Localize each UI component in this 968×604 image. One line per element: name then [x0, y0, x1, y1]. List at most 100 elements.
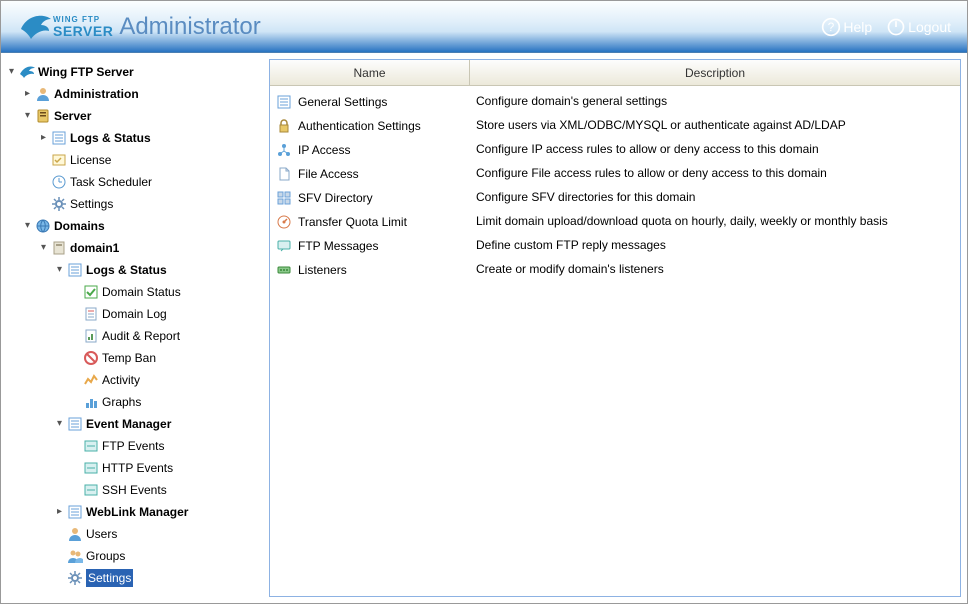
node-label: Temp Ban: [102, 349, 156, 367]
event-icon: [83, 460, 99, 476]
tree-item-domains[interactable]: ▾ Domains: [21, 215, 258, 237]
content-wrap: Name Description General Settings Config…: [263, 53, 967, 603]
node-label: Wing FTP Server: [38, 63, 134, 81]
help-label: Help: [843, 19, 872, 35]
tree-item-audit-report[interactable]: ▸ Audit & Report: [69, 325, 258, 347]
settings-list-panel: Name Description General Settings Config…: [269, 59, 961, 597]
chevron-right-icon: ▸: [55, 508, 64, 517]
tree-item-temp-ban[interactable]: ▸ Temp Ban: [69, 347, 258, 369]
row-ftp-messages[interactable]: FTP Messages Define custom FTP reply mes…: [270, 234, 960, 258]
tree-item-ftp-events[interactable]: ▸ FTP Events: [69, 435, 258, 457]
node-label: Settings: [70, 195, 113, 213]
app-logo: WING FTP SERVER: [17, 9, 113, 45]
row-sfv-directory[interactable]: SFV Directory Configure SFV directories …: [270, 186, 960, 210]
header-right: ? Help Logout: [821, 17, 951, 37]
log-icon: [83, 306, 99, 322]
row-desc: Limit domain upload/download quota on ho…: [476, 214, 954, 228]
event-icon: [83, 482, 99, 498]
node-label: Logs & Status: [70, 129, 151, 147]
row-desc: Configure File access rules to allow or …: [476, 166, 954, 180]
node-label: Server: [54, 107, 91, 125]
chart-icon: [83, 394, 99, 410]
logout-link[interactable]: Logout: [886, 17, 951, 37]
tree-item-activity[interactable]: ▸ Activity: [69, 369, 258, 391]
node-label: Domain Status: [102, 283, 181, 301]
header-bar: WING FTP SERVER Administrator ? Help Log…: [1, 1, 967, 53]
brand-text: WING FTP SERVER: [53, 16, 113, 38]
node-label: SSH Events: [102, 481, 167, 499]
header-left: WING FTP SERVER Administrator: [17, 9, 261, 45]
row-name: FTP Messages: [298, 239, 378, 253]
brand-server: SERVER: [53, 24, 113, 38]
svg-text:?: ?: [828, 21, 835, 34]
row-desc: Create or modify domain's listeners: [476, 262, 954, 276]
network-icon: [276, 142, 292, 158]
row-desc: Configure domain's general settings: [476, 94, 954, 108]
domain-icon: [51, 240, 67, 256]
column-header-description[interactable]: Description: [470, 60, 960, 85]
node-label: Audit & Report: [102, 327, 180, 345]
tree-item-weblink-manager[interactable]: ▸ WebLink Manager: [53, 501, 258, 523]
tree-item-license[interactable]: ▸ License: [37, 149, 258, 171]
tree-item-ssh-events[interactable]: ▸ SSH Events: [69, 479, 258, 501]
tree-root-wing-ftp-server[interactable]: ▾ Wing FTP Server: [5, 61, 258, 83]
row-desc: Configure SFV directories for this domai…: [476, 190, 954, 204]
power-icon: [886, 17, 906, 37]
node-label: Activity: [102, 371, 140, 389]
tree-item-groups[interactable]: ▸ Groups: [53, 545, 258, 567]
row-desc: Store users via XML/ODBC/MYSQL or authen…: [476, 118, 954, 132]
tree-item-administration[interactable]: ▸ Administration: [21, 83, 258, 105]
tree-item-graphs[interactable]: ▸ Graphs: [69, 391, 258, 413]
row-general-settings[interactable]: General Settings Configure domain's gene…: [270, 90, 960, 114]
node-label: Domains: [54, 217, 105, 235]
row-name: Listeners: [298, 263, 347, 277]
table-header: Name Description: [270, 60, 960, 86]
navigation-sidebar: ▾ Wing FTP Server ▸ Administration: [1, 53, 263, 603]
activity-icon: [83, 372, 99, 388]
row-authentication-settings[interactable]: Authentication Settings Store users via …: [270, 114, 960, 138]
tree-item-server-settings[interactable]: ▸ Settings: [37, 193, 258, 215]
tree-item-domain-settings[interactable]: ▸ Settings: [53, 567, 258, 589]
logout-label: Logout: [908, 19, 951, 35]
row-ip-access[interactable]: IP Access Configure IP access rules to a…: [270, 138, 960, 162]
tree-item-server-logs-status[interactable]: ▸ Logs & Status: [37, 127, 258, 149]
gear-icon: [67, 570, 83, 586]
tree-item-users[interactable]: ▸ Users: [53, 523, 258, 545]
tree-item-event-manager[interactable]: ▾ Event Manager: [53, 413, 258, 435]
chevron-down-icon: ▾: [55, 266, 64, 275]
clock-icon: [51, 174, 67, 190]
row-name: File Access: [298, 167, 359, 181]
quota-gauge-icon: [276, 214, 292, 230]
row-file-access[interactable]: File Access Configure File access rules …: [270, 162, 960, 186]
tree-item-domain1[interactable]: ▾ domain1: [37, 237, 258, 259]
tree-item-domain-status[interactable]: ▸ Domain Status: [69, 281, 258, 303]
row-name: Authentication Settings: [298, 119, 421, 133]
row-listeners[interactable]: Listeners Create or modify domain's list…: [270, 258, 960, 282]
row-transfer-quota-limit[interactable]: Transfer Quota Limit Limit domain upload…: [270, 210, 960, 234]
listener-icon: [276, 262, 292, 278]
list-notes-icon: [67, 262, 83, 278]
node-label: Administration: [54, 85, 139, 103]
list-notes-icon: [67, 416, 83, 432]
row-name: Transfer Quota Limit: [298, 215, 407, 229]
nav-tree: ▾ Wing FTP Server ▸ Administration: [5, 61, 258, 589]
tree-item-domain-log[interactable]: ▸ Domain Log: [69, 303, 258, 325]
group-icon: [67, 548, 83, 564]
chevron-right-icon: ▸: [23, 90, 32, 99]
node-label: Groups: [86, 547, 125, 565]
column-header-name[interactable]: Name: [270, 60, 470, 85]
node-label: Event Manager: [86, 415, 171, 433]
row-desc: Define custom FTP reply messages: [476, 238, 954, 252]
user-icon: [67, 526, 83, 542]
file-icon: [276, 166, 292, 182]
tree-item-http-events[interactable]: ▸ HTTP Events: [69, 457, 258, 479]
tree-item-task-scheduler[interactable]: ▸ Task Scheduler: [37, 171, 258, 193]
tree-item-server[interactable]: ▾ Server: [21, 105, 258, 127]
status-ok-icon: [83, 284, 99, 300]
node-label: Settings: [86, 569, 133, 587]
app-title: Administrator: [119, 13, 260, 41]
help-link[interactable]: ? Help: [821, 17, 872, 37]
tree-item-domain-logs-status[interactable]: ▾ Logs & Status: [53, 259, 258, 281]
bird-logo-icon: [17, 9, 53, 45]
row-name: SFV Directory: [298, 191, 373, 205]
